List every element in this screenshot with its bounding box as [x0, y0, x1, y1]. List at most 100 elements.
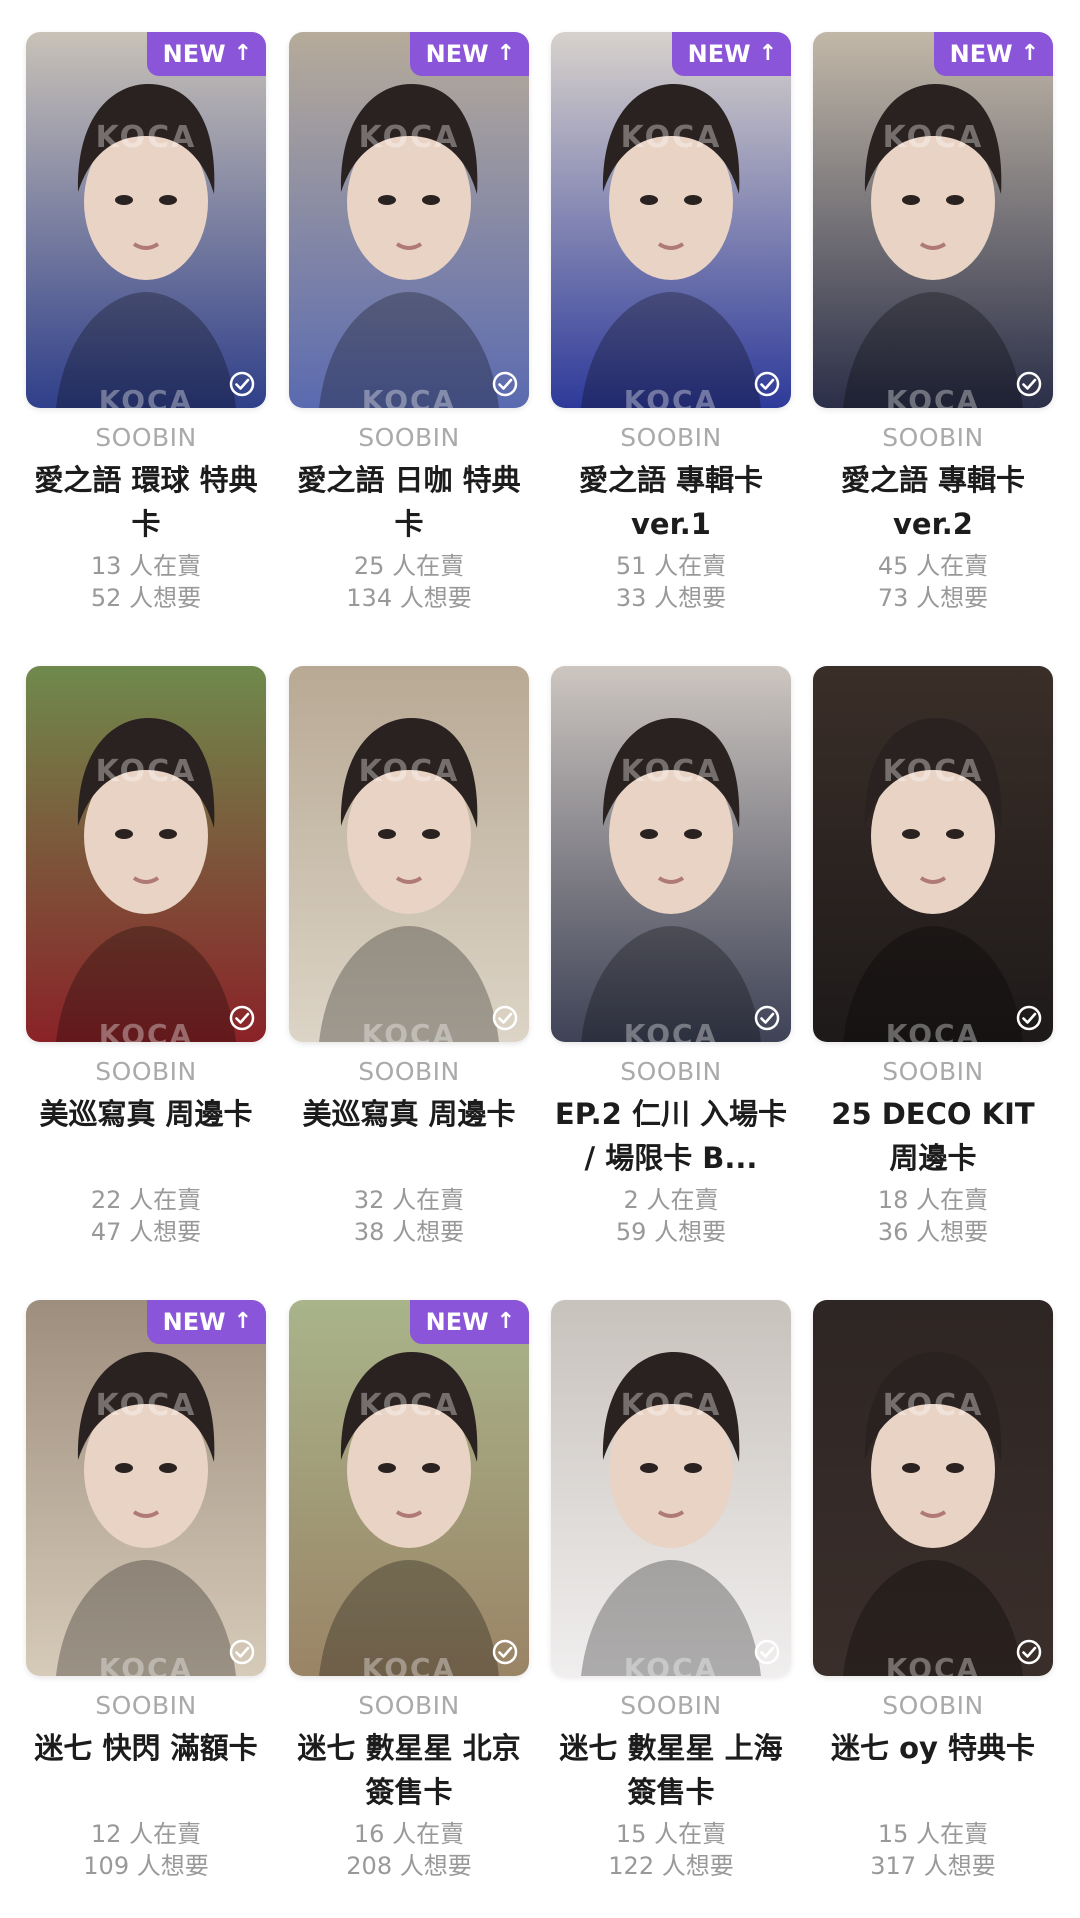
photocard-info: SOOBIN 愛之語 專輯卡 ver.2 45 人在賣 73 人想要	[813, 422, 1053, 614]
artist-name: SOOBIN	[620, 1057, 722, 1086]
photocard-artwork	[26, 1300, 266, 1676]
card-title[interactable]: 愛之語 專輯卡 ver.2	[813, 458, 1053, 546]
arrow-up-icon: ↑	[496, 1309, 515, 1334]
card-stats: 22 人在賣 47 人想要	[26, 1184, 266, 1248]
new-badge-label: NEW	[425, 1308, 489, 1336]
photocard-info: SOOBIN 愛之語 環球 特典卡 13 人在賣 52 人想要	[26, 422, 266, 614]
card-stats: 32 人在賣 38 人想要	[289, 1184, 529, 1248]
photocard-info: SOOBIN 迷七 數星星 上海 簽售卡 15 人在賣 122 人想要	[551, 1690, 791, 1882]
card-title[interactable]: 愛之語 日咖 特典卡	[289, 458, 529, 546]
new-badge: NEW ↑	[671, 32, 791, 76]
new-badge-label: NEW	[162, 1308, 226, 1336]
artist-name: SOOBIN	[95, 1057, 197, 1086]
card-stats: 25 人在賣 134 人想要	[289, 550, 529, 614]
card-title[interactable]: 25 DECO KIT 周邊卡	[813, 1092, 1053, 1180]
photocard-artwork	[26, 666, 266, 1042]
artist-name: SOOBIN	[358, 423, 460, 452]
wanting-count: 52 人想要	[90, 584, 202, 612]
card-title[interactable]: 迷七 快閃 滿額卡	[26, 1726, 266, 1814]
selling-count: 32 人在賣	[353, 1186, 465, 1214]
card-title[interactable]: 愛之語 專輯卡 ver.1	[551, 458, 791, 546]
wanting-count: 33 人想要	[615, 584, 727, 612]
artist-name: SOOBIN	[95, 1691, 197, 1720]
check-circle-icon[interactable]	[1015, 370, 1043, 398]
artist-name: SOOBIN	[358, 1691, 460, 1720]
new-badge: NEW ↑	[409, 32, 529, 76]
check-circle-icon[interactable]	[491, 370, 519, 398]
new-badge-label: NEW	[162, 40, 226, 68]
card-title[interactable]: 迷七 oy 特典卡	[813, 1726, 1053, 1814]
photocard-artwork	[289, 1300, 529, 1676]
new-badge: NEW ↑	[933, 32, 1053, 76]
photocard-artwork	[551, 32, 791, 408]
photocard-image[interactable]: KOCA KOCA NEW ↑	[551, 32, 791, 408]
photocard-info: SOOBIN 愛之語 專輯卡 ver.1 51 人在賣 33 人想要	[551, 422, 791, 614]
card-stats: 2 人在賣 59 人想要	[551, 1184, 791, 1248]
photocard-info: SOOBIN 25 DECO KIT 周邊卡 18 人在賣 36 人想要	[813, 1056, 1053, 1248]
new-badge: NEW ↑	[146, 32, 266, 76]
selling-count: 45 人在賣	[877, 552, 989, 580]
check-circle-icon[interactable]	[491, 1638, 519, 1666]
wanting-count: 134 人想要	[346, 584, 472, 612]
artist-name: SOOBIN	[882, 1691, 984, 1720]
arrow-up-icon: ↑	[233, 41, 252, 66]
photocard-image[interactable]: KOCA KOCA	[26, 666, 266, 1042]
card-title[interactable]: 迷七 數星星 上海 簽售卡	[551, 1726, 791, 1814]
photocard-info: SOOBIN 美巡寫真 周邊卡 22 人在賣 47 人想要	[26, 1056, 266, 1248]
photocard-image[interactable]: KOCA KOCA	[551, 666, 791, 1042]
artist-name: SOOBIN	[620, 423, 722, 452]
new-badge-label: NEW	[949, 40, 1013, 68]
photocard-image[interactable]: KOCA KOCA NEW ↑	[813, 32, 1053, 408]
selling-count: 51 人在賣	[615, 552, 727, 580]
card-title[interactable]: 美巡寫真 周邊卡	[26, 1092, 266, 1180]
selling-count: 18 人在賣	[877, 1186, 989, 1214]
photocard-info: SOOBIN 迷七 數星星 北京 簽售卡 16 人在賣 208 人想要	[289, 1690, 529, 1882]
selling-count: 13 人在賣	[90, 552, 202, 580]
card-stats: 51 人在賣 33 人想要	[551, 550, 791, 614]
photocard-image[interactable]: KOCA KOCA	[813, 1300, 1053, 1676]
card-title[interactable]: EP.2 仁川 入場卡 / 場限卡 B...	[551, 1092, 791, 1180]
photocard-image[interactable]: KOCA KOCA NEW ↑	[289, 1300, 529, 1676]
card-title[interactable]: 迷七 數星星 北京 簽售卡	[289, 1726, 529, 1814]
card-title[interactable]: 愛之語 環球 特典卡	[26, 458, 266, 546]
card-stats: 16 人在賣 208 人想要	[289, 1818, 529, 1882]
wanting-count: 109 人想要	[83, 1852, 209, 1880]
photocard-image[interactable]: KOCA KOCA NEW ↑	[26, 32, 266, 408]
artist-name: SOOBIN	[882, 423, 984, 452]
artist-name: SOOBIN	[620, 1691, 722, 1720]
photocard-artwork	[813, 666, 1053, 1042]
check-circle-icon[interactable]	[1015, 1638, 1043, 1666]
check-circle-icon[interactable]	[228, 370, 256, 398]
card-stats: 15 人在賣 317 人想要	[813, 1818, 1053, 1882]
photocard-artwork	[551, 1300, 791, 1676]
arrow-up-icon: ↑	[496, 41, 515, 66]
arrow-up-icon: ↑	[1020, 41, 1039, 66]
card-stats: 18 人在賣 36 人想要	[813, 1184, 1053, 1248]
wanting-count: 47 人想要	[90, 1218, 202, 1246]
check-circle-icon[interactable]	[1015, 1004, 1043, 1032]
card-title[interactable]: 美巡寫真 周邊卡	[289, 1092, 529, 1180]
photocard-artwork	[813, 1300, 1053, 1676]
selling-count: 2 人在賣	[623, 1186, 719, 1214]
check-circle-icon[interactable]	[753, 370, 781, 398]
photocard-artwork	[813, 32, 1053, 408]
check-circle-icon[interactable]	[753, 1004, 781, 1032]
check-circle-icon[interactable]	[228, 1638, 256, 1666]
check-circle-icon[interactable]	[491, 1004, 519, 1032]
wanting-count: 59 人想要	[615, 1218, 727, 1246]
selling-count: 15 人在賣	[615, 1820, 727, 1848]
photocard-info: SOOBIN 美巡寫真 周邊卡 32 人在賣 38 人想要	[289, 1056, 529, 1248]
photocard-image[interactable]: KOCA KOCA	[551, 1300, 791, 1676]
photocard-image[interactable]: KOCA KOCA NEW ↑	[26, 1300, 266, 1676]
new-badge-label: NEW	[425, 40, 489, 68]
card-stats: 15 人在賣 122 人想要	[551, 1818, 791, 1882]
check-circle-icon[interactable]	[753, 1638, 781, 1666]
check-circle-icon[interactable]	[228, 1004, 256, 1032]
photocard-image[interactable]: KOCA KOCA	[289, 666, 529, 1042]
photocard-image[interactable]: KOCA KOCA	[813, 666, 1053, 1042]
wanting-count: 122 人想要	[608, 1852, 734, 1880]
photocard-artwork	[26, 32, 266, 408]
wanting-count: 317 人想要	[870, 1852, 996, 1880]
selling-count: 15 人在賣	[877, 1820, 989, 1848]
photocard-image[interactable]: KOCA KOCA NEW ↑	[289, 32, 529, 408]
